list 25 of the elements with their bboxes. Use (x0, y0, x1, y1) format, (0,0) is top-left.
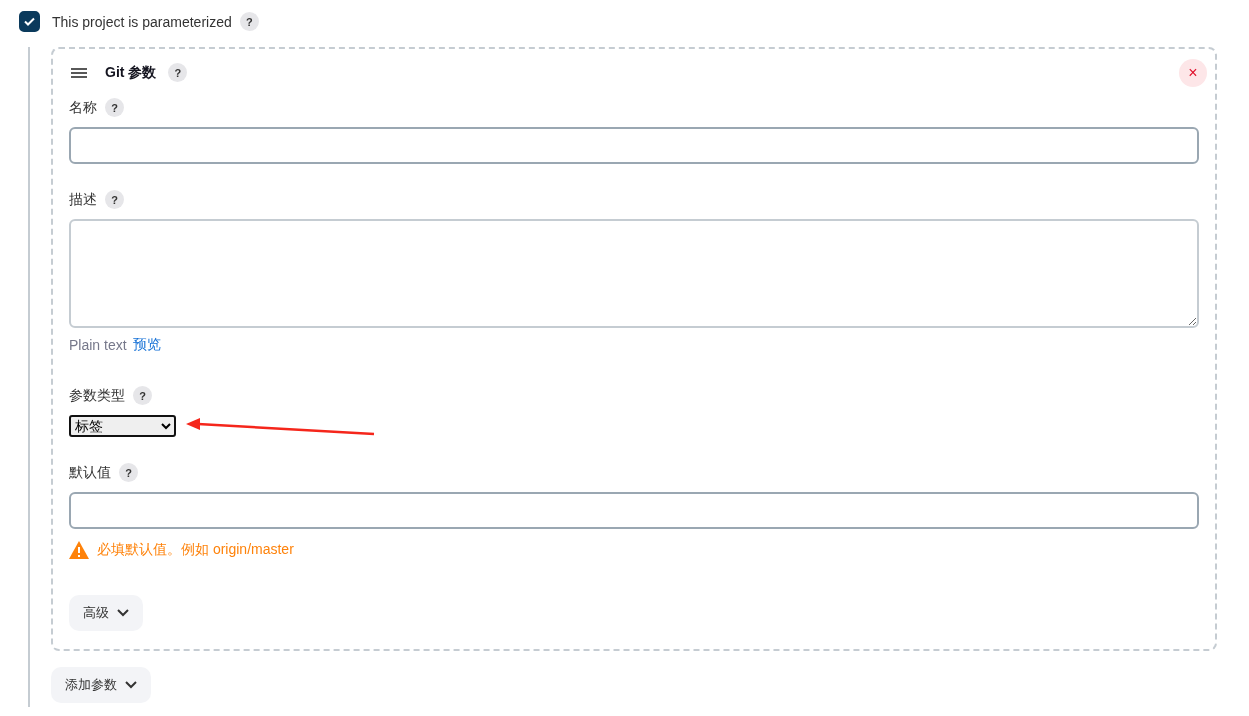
check-icon (24, 17, 35, 26)
add-parameter-button[interactable]: 添加参数 (51, 667, 151, 703)
chevron-down-icon (125, 681, 137, 689)
field-label: 参数类型 (69, 386, 125, 405)
checkbox[interactable] (19, 11, 40, 32)
help-icon[interactable]: ? (168, 63, 188, 82)
advanced-button[interactable]: 高级 (69, 595, 143, 631)
help-icon[interactable]: ? (105, 190, 124, 209)
warning-text: 必填默认值。例如 origin/master (97, 541, 294, 559)
type-select[interactable]: 标签 (69, 415, 176, 437)
help-icon[interactable]: ? (105, 98, 124, 117)
drag-handle-icon[interactable] (71, 67, 87, 78)
warning-icon (69, 541, 89, 559)
field-label: 默认值 (69, 463, 111, 482)
help-icon[interactable]: ? (119, 463, 138, 482)
preview-link[interactable]: 预览 (132, 336, 161, 354)
parameter-title: Git 参数 (105, 63, 157, 82)
field-label: 名称 (69, 98, 97, 117)
format-text: Plain text (69, 337, 127, 353)
close-button[interactable]: × (1179, 59, 1207, 87)
field-label: 描述 (69, 190, 97, 209)
help-icon[interactable]: ? (239, 12, 259, 31)
chevron-down-icon (117, 609, 129, 617)
checkbox-label: This project is parameterized (52, 13, 232, 30)
help-icon[interactable]: ? (133, 386, 152, 405)
